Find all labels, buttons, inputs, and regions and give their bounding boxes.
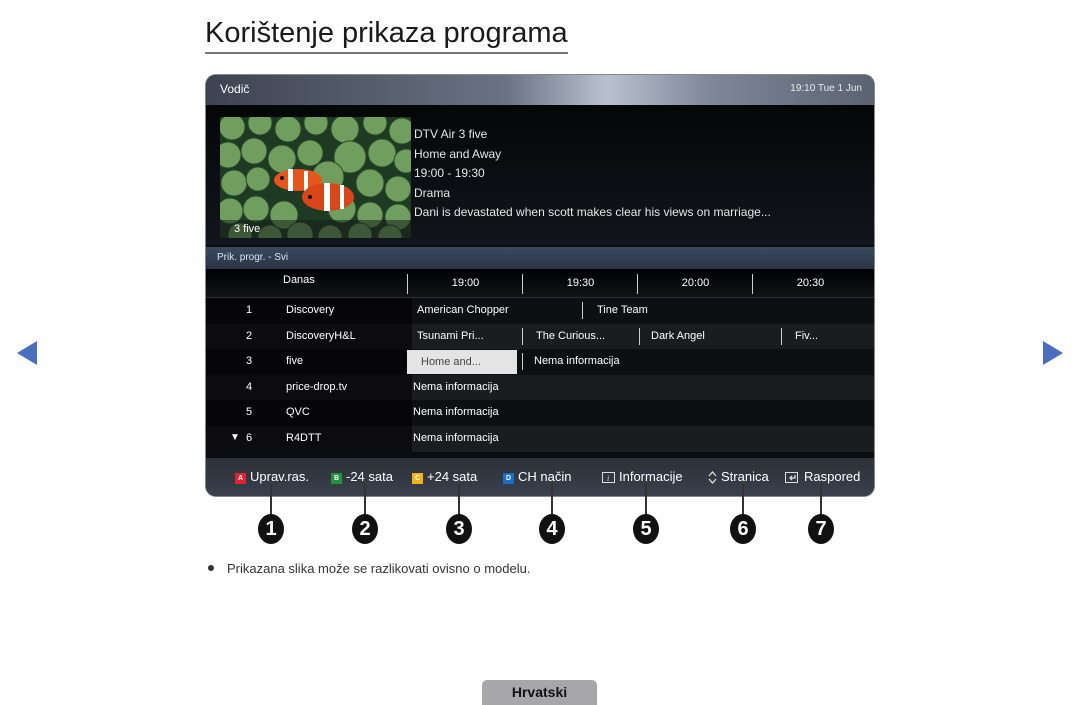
guide-title: Vodič <box>220 82 250 96</box>
callout-line <box>551 484 553 516</box>
guide-header: Vodič 19:10 Tue 1 Jun <box>206 75 874 105</box>
page-updown-icon <box>708 471 717 485</box>
schedule-icon <box>785 472 798 484</box>
program-details: DTV Air 3 five Home and Away 19:00 - 19:… <box>414 125 771 223</box>
next-page-arrow-icon[interactable] <box>1043 341 1063 365</box>
time-slot: 20:30 <box>796 277 825 289</box>
callout-number: 1 <box>258 514 284 544</box>
program-time: 19:00 - 19:30 <box>414 166 485 180</box>
channel-preview: 3 five <box>220 117 411 238</box>
channel-name: DiscoveryH&L <box>286 329 356 342</box>
channel-name: R4DTT <box>286 431 322 444</box>
channel-number: 6 <box>246 431 253 444</box>
channel-number: 1 <box>246 304 253 316</box>
program-cell[interactable]: Nema informacija <box>522 349 872 375</box>
minus-24h-button[interactable]: B -24 sata <box>331 469 393 484</box>
selected-program-cell[interactable]: Home and... <box>407 350 517 375</box>
callout-number: 3 <box>446 514 472 544</box>
channel-row[interactable]: 5 QVC Nema informacija <box>206 400 874 426</box>
day-label: Danas <box>283 274 315 286</box>
channel-number: 4 <box>246 380 253 393</box>
previous-page-arrow-icon[interactable] <box>17 341 37 365</box>
callout-number: 4 <box>539 514 565 544</box>
red-a-key-icon: A <box>235 473 246 484</box>
program-cell[interactable]: Tine Team <box>582 298 872 324</box>
callout-line <box>742 484 744 516</box>
language-tab[interactable]: Hrvatski <box>482 680 597 705</box>
time-slot: 19:30 <box>566 277 595 289</box>
plus-24h-button[interactable]: C +24 sata <box>412 469 477 484</box>
guide-footer: A Uprav.ras. B -24 sata C +24 sata D CH nači… <box>206 458 874 496</box>
callout-line <box>645 484 647 516</box>
channel-name: price-drop.tv <box>286 380 348 393</box>
info-icon: i <box>602 472 615 484</box>
timeline-header: Danas 19:00 19:30 20:00 20:30 <box>206 269 874 298</box>
channel-row[interactable]: 1 Discovery American Chopper Tine Team <box>206 298 874 324</box>
guide-clock: 19:10 Tue 1 Jun <box>790 83 862 94</box>
callout-number: 5 <box>633 514 659 544</box>
blue-d-key-icon: D <box>503 473 514 484</box>
time-slot: 19:00 <box>451 277 480 289</box>
channel-name: QVC <box>286 406 310 419</box>
channel-name: five <box>286 355 304 368</box>
program-info-panel: 3 five DTV Air 3 five Home and Away 19:0… <box>206 105 874 245</box>
callout-line <box>364 484 366 516</box>
information-button[interactable]: i Informacije <box>602 469 683 484</box>
channel-number: 2 <box>246 329 253 342</box>
program-description: Dani is devastated when scott makes clea… <box>414 205 771 219</box>
program-cell[interactable]: Dark Angel <box>639 324 781 350</box>
note-text: Prikazana slika može se razlikovati ovis… <box>227 561 531 576</box>
program-cell[interactable]: Nema informacija <box>408 400 872 426</box>
note: Prikazana slika može se razlikovati ovis… <box>208 561 530 576</box>
channel-row[interactable]: 2 DiscoveryH&L Tsunami Pri... The Curiou… <box>206 323 874 350</box>
program-cell[interactable]: The Curious... <box>522 324 639 350</box>
preview-channel-caption: 3 five <box>220 220 411 238</box>
schedule-manager-button[interactable]: A Uprav.ras. <box>235 469 309 484</box>
callout-line <box>458 484 460 516</box>
channel-row[interactable]: 4 price-drop.tv Nema informacija <box>206 374 874 401</box>
callout-line <box>820 484 822 516</box>
scroll-down-indicator-icon[interactable]: ▼ <box>230 432 240 443</box>
channel-number: 5 <box>246 406 253 419</box>
channel-filter[interactable]: Prik. progr. - Svi <box>206 247 874 269</box>
ch-mode-button[interactable]: D CH način <box>503 469 571 484</box>
time-slot: 20:00 <box>681 277 710 289</box>
channel-grid: 1 Discovery American Chopper Tine Team 2… <box>206 298 874 452</box>
program-cell[interactable]: Fiv... <box>781 324 872 350</box>
callout-line <box>270 484 272 516</box>
channel-number: 3 <box>246 355 253 368</box>
program-channel: DTV Air 3 five <box>414 127 488 141</box>
green-b-key-icon: B <box>331 473 342 484</box>
channel-row[interactable]: ▼ 6 R4DTT Nema informacija <box>206 425 874 452</box>
callout-number: 7 <box>808 514 834 544</box>
program-genre: Drama <box>414 185 451 200</box>
program-title: Home and Away <box>414 146 502 161</box>
page-button[interactable]: Stranica <box>708 469 769 485</box>
callout-number: 2 <box>352 514 378 544</box>
page-title: Korištenje prikaza programa <box>205 16 568 54</box>
channel-name: Discovery <box>286 304 335 316</box>
svg-text:i: i <box>607 474 609 483</box>
program-cell[interactable]: Tsunami Pri... <box>412 324 522 350</box>
program-cell[interactable]: American Chopper <box>412 298 582 324</box>
program-cell[interactable]: Nema informacija <box>408 426 872 452</box>
yellow-c-key-icon: C <box>412 473 423 484</box>
bullet-icon <box>208 565 214 571</box>
tv-guide-screen: Vodič 19:10 Tue 1 Jun 3 five DTV Air 3 f… <box>206 75 874 496</box>
program-cell[interactable]: Nema informacija <box>408 375 872 401</box>
schedule-button[interactable]: Raspored <box>785 469 860 484</box>
callout-number: 6 <box>730 514 756 544</box>
channel-row[interactable]: 3 five Home and... Nema informacija <box>206 349 874 375</box>
